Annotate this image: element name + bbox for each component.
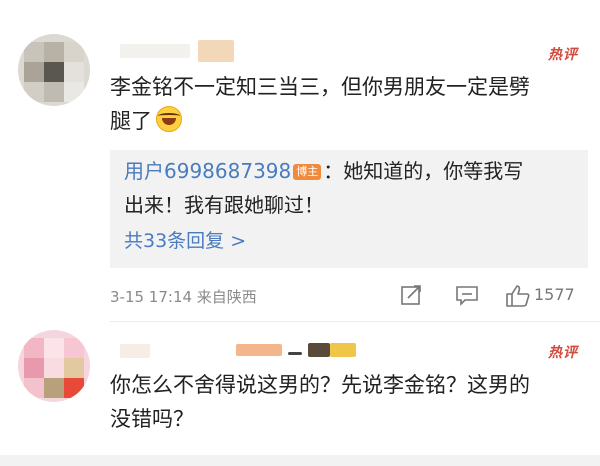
avatar-pixel <box>24 62 44 82</box>
comment-text-line-2: 腿了 <box>110 104 580 138</box>
avatar-pixel <box>64 82 84 102</box>
comment-text-line: 腿了 <box>110 109 152 133</box>
divider <box>110 321 600 322</box>
comment-text-line: 没错吗？ <box>110 407 194 431</box>
avatar-pixel <box>44 42 64 62</box>
comment-text: 你怎么不舍得说这男的？先说李金铭？这男的 没错吗？ <box>110 368 580 436</box>
avatar[interactable] <box>18 34 90 106</box>
avatar-pixel <box>24 82 44 102</box>
hot-comment-label: 热评 <box>548 345 578 361</box>
avatar-pixel <box>64 338 84 358</box>
reply-text: 用户6998687398 博主 ：她知道的，你等我写 出来！我有跟她聊过！ <box>124 154 574 222</box>
comment-icon <box>456 286 478 306</box>
hot-comment-label: 热评 <box>548 47 578 63</box>
like-count: 1577 <box>534 285 575 304</box>
comment-meta: 3-15 17:14 来自陕西 <box>110 288 257 306</box>
reply-line-2: 出来！我有跟她聊过！ <box>124 193 324 217</box>
avatar-pixel <box>44 378 64 398</box>
username-blurred[interactable] <box>120 44 190 58</box>
username-blurred <box>236 344 282 356</box>
avatar-pixel <box>24 42 44 62</box>
section-separator <box>0 455 600 466</box>
username-blurred[interactable] <box>120 344 150 358</box>
avatar-pixel <box>24 338 44 358</box>
avatar-pixel <box>64 378 84 398</box>
username-blurred <box>288 352 302 355</box>
avatar-pixel <box>44 358 64 378</box>
author-badge: 博主 <box>293 164 322 180</box>
laughing-tears-emoji-icon <box>156 106 182 132</box>
avatar-pixel <box>64 358 84 378</box>
vip-badge <box>198 40 234 62</box>
comment-text-line: 你怎么不舍得说这男的？先说李金铭？这男的 <box>110 373 530 397</box>
comment-text: 李金铭不一定知三当三，但你男朋友一定是劈 腿了 <box>110 70 580 138</box>
share-icon <box>401 285 421 305</box>
vip-badge <box>308 343 330 357</box>
avatar-pixel <box>64 62 84 82</box>
avatar-pixel <box>24 378 44 398</box>
avatar-pixel <box>24 358 44 378</box>
avatar-pixel <box>44 82 64 102</box>
reply-user-link[interactable]: 用户6998687398 <box>124 159 291 183</box>
avatar-pixel <box>44 338 64 358</box>
reply-text-rest: ：她知道的，你等我写 <box>323 159 524 183</box>
avatar-pixel <box>44 62 64 82</box>
avatar[interactable] <box>18 330 90 402</box>
view-replies-link[interactable]: 共33条回复 > <box>124 226 246 253</box>
comment-text-line: 李金铭不一定知三当三，但你男朋友一定是劈 <box>110 75 530 99</box>
vip-badge <box>330 343 356 357</box>
reply-preview-box[interactable]: 用户6998687398 博主 ：她知道的，你等我写 出来！我有跟她聊过！ 共33条… <box>110 150 588 268</box>
avatar-pixel <box>64 42 84 62</box>
like-icon <box>506 285 530 307</box>
reply-line-1: 用户6998687398 博主 ：她知道的，你等我写 <box>124 154 574 188</box>
